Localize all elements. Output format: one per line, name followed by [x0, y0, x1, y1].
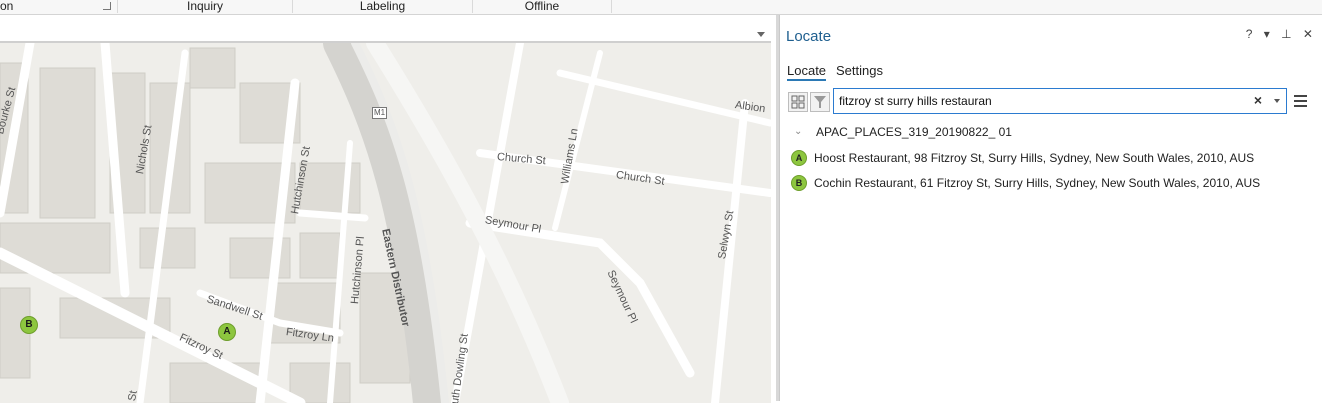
building [139, 227, 196, 269]
map-view[interactable]: Bourke St Nichols St Hutchinson St Hutch… [0, 41, 771, 403]
ribbon-group-label: Labeling [359, 0, 406, 13]
street-label: St [126, 389, 140, 403]
pane-window-controls[interactable]: ? ▾ ⊥ ✕ [1246, 27, 1317, 41]
ribbon-group-label: Inquiry [186, 0, 224, 13]
clear-icon[interactable]: × [1254, 92, 1262, 108]
list-item[interactable]: A Hoost Restaurant, 98 Fitzroy St, Surry … [791, 150, 1254, 166]
ribbon-group-offline: Offline [473, 0, 612, 13]
building [299, 162, 361, 214]
ribbon-group-bar: on Inquiry Labeling Offline [0, 0, 1322, 15]
map-marker-b[interactable]: B [20, 316, 38, 334]
result-marker-b: B [791, 175, 807, 191]
motorway-shield: M1 [372, 107, 388, 119]
filter-icon[interactable] [810, 92, 830, 112]
search-input-value: fitzroy st surry hills restauran [839, 94, 992, 108]
ribbon-group-label: Offline [524, 0, 560, 13]
list-item[interactable]: B Cochin Restaurant, 61 Fitzroy St, Surry… [791, 175, 1260, 191]
grid-view-icon[interactable] [788, 92, 808, 112]
result-text: Hoost Restaurant, 98 Fitzroy St, Surry H… [814, 151, 1255, 165]
building [39, 67, 96, 219]
ribbon-group-navigate: on [0, 0, 118, 13]
ribbon-group-inquiry: Inquiry [118, 0, 293, 13]
building [169, 362, 261, 403]
ribbon-group-label: on [0, 0, 14, 13]
map-tabs-dropdown-icon[interactable] [757, 32, 765, 37]
map-canvas [0, 43, 771, 403]
building [299, 232, 341, 279]
dialog-launcher-icon[interactable] [103, 2, 111, 10]
building [189, 47, 236, 89]
chevron-down-icon[interactable] [1274, 99, 1280, 103]
search-input[interactable]: fitzroy st surry hills restauran × [833, 88, 1287, 114]
tab-settings[interactable]: Settings [836, 63, 883, 78]
menu-icon[interactable] [1294, 95, 1307, 107]
ribbon-group-labeling: Labeling [293, 0, 473, 13]
collapse-chevron-icon[interactable]: ⌄ [794, 126, 802, 137]
map-marker-a[interactable]: A [218, 323, 236, 341]
map-tab-bar [0, 15, 776, 40]
tab-locate[interactable]: Locate [787, 63, 827, 81]
result-text: Cochin Restaurant, 61 Fitzroy St, Surry … [814, 176, 1261, 190]
pane-title: Locate [786, 28, 832, 45]
result-group-header[interactable]: APAC_PLACES_319_20190822_ 01 [816, 125, 1012, 139]
locate-pane: Locate ? ▾ ⊥ ✕ Locate Settings fitzroy s… [779, 15, 1322, 401]
result-marker-a: A [791, 150, 807, 166]
road-seymour-pl [465, 218, 695, 378]
